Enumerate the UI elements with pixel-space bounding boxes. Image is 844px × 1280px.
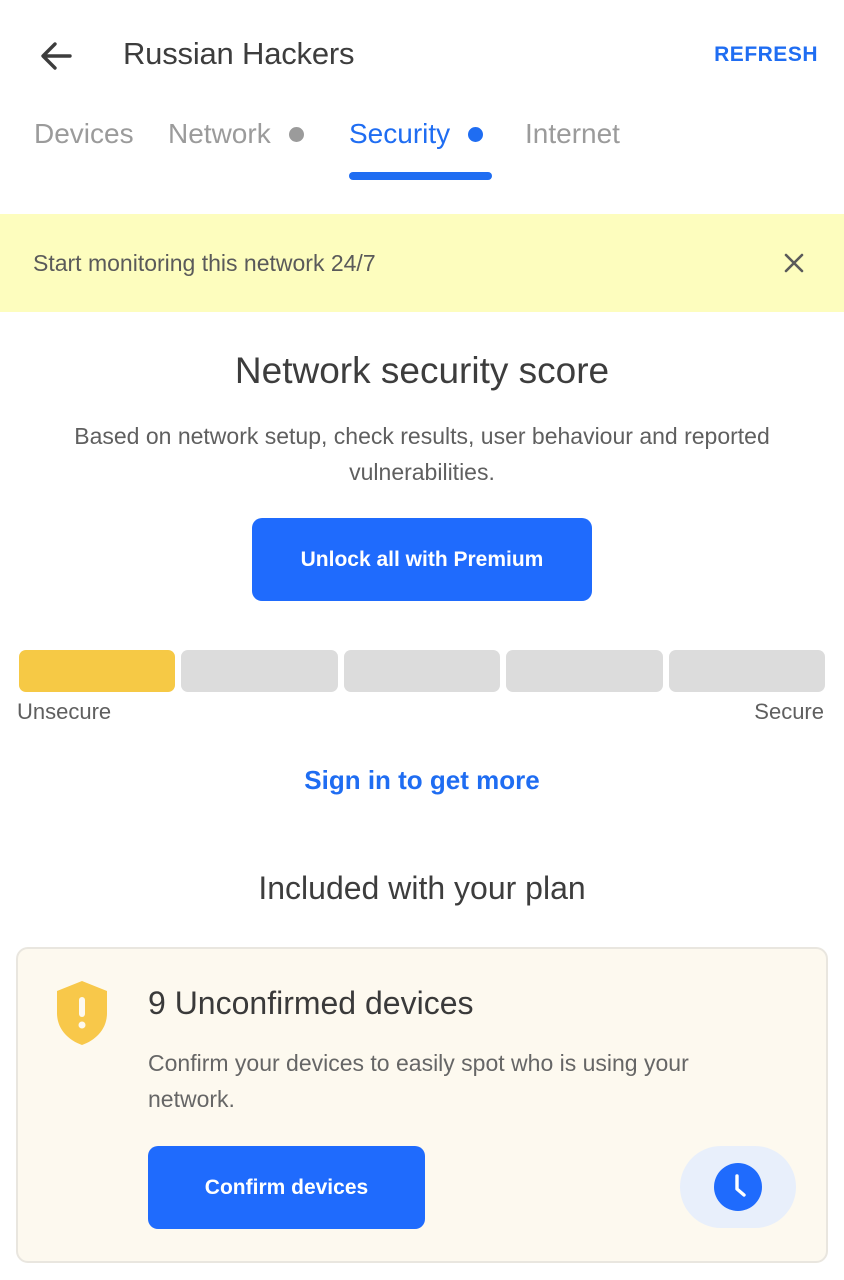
score-segment xyxy=(343,650,501,692)
tab-network[interactable]: Network xyxy=(168,118,304,150)
score-segment xyxy=(668,650,826,692)
close-icon xyxy=(784,253,804,273)
refresh-button[interactable]: REFRESH xyxy=(714,43,818,67)
score-segment xyxy=(19,650,176,692)
back-button[interactable] xyxy=(36,36,76,76)
confirm-devices-button[interactable]: Confirm devices xyxy=(148,1146,425,1229)
security-score-meter xyxy=(19,650,826,692)
banner-text: Start monitoring this network 24/7 xyxy=(33,250,376,276)
plan-section-title: Included with your plan xyxy=(258,870,586,906)
security-score-title: Network security score xyxy=(234,350,610,391)
card-description: Confirm your devices to easily spot who … xyxy=(148,1050,689,1112)
sign-in-link-container: Sign in to get more xyxy=(0,765,844,796)
tab-bar: Devices Network Security Internet xyxy=(0,114,844,184)
tab-devices[interactable]: Devices xyxy=(34,118,134,150)
app-header: Russian Hackers REFRESH xyxy=(0,0,844,110)
unlock-premium-button[interactable]: Unlock all with Premium xyxy=(252,518,592,601)
score-segment xyxy=(181,650,338,692)
tab-label: Devices xyxy=(34,118,134,149)
banner-close-button[interactable] xyxy=(778,247,810,279)
active-tab-indicator xyxy=(349,172,492,180)
arrow-left-icon xyxy=(41,42,72,70)
score-label-unsecure: Unsecure xyxy=(17,699,112,724)
unconfirmed-devices-card: 9 Unconfirmed devices Confirm your devic… xyxy=(16,947,828,1263)
monitoring-banner[interactable]: Start monitoring this network 24/7 xyxy=(0,214,844,312)
tab-label: Network xyxy=(168,118,271,149)
notification-dot xyxy=(468,126,484,142)
remind-later-button[interactable] xyxy=(680,1146,796,1228)
page-title: Russian Hackers xyxy=(123,36,355,71)
tab-internet[interactable]: Internet xyxy=(525,118,620,150)
shield-alert-icon xyxy=(57,981,107,1045)
tab-label: Security xyxy=(349,118,451,149)
notification-dot xyxy=(288,126,304,142)
security-score-description: Based on network setup, check results, u… xyxy=(74,423,770,485)
score-segment xyxy=(506,650,663,692)
tab-label: Internet xyxy=(525,118,620,149)
tab-security[interactable]: Security xyxy=(349,118,484,150)
sign-in-link[interactable]: Sign in to get more xyxy=(304,765,539,795)
card-title: 9 Unconfirmed devices xyxy=(148,985,474,1021)
clock-icon xyxy=(714,1163,762,1211)
score-label-secure: Secure xyxy=(754,699,824,724)
